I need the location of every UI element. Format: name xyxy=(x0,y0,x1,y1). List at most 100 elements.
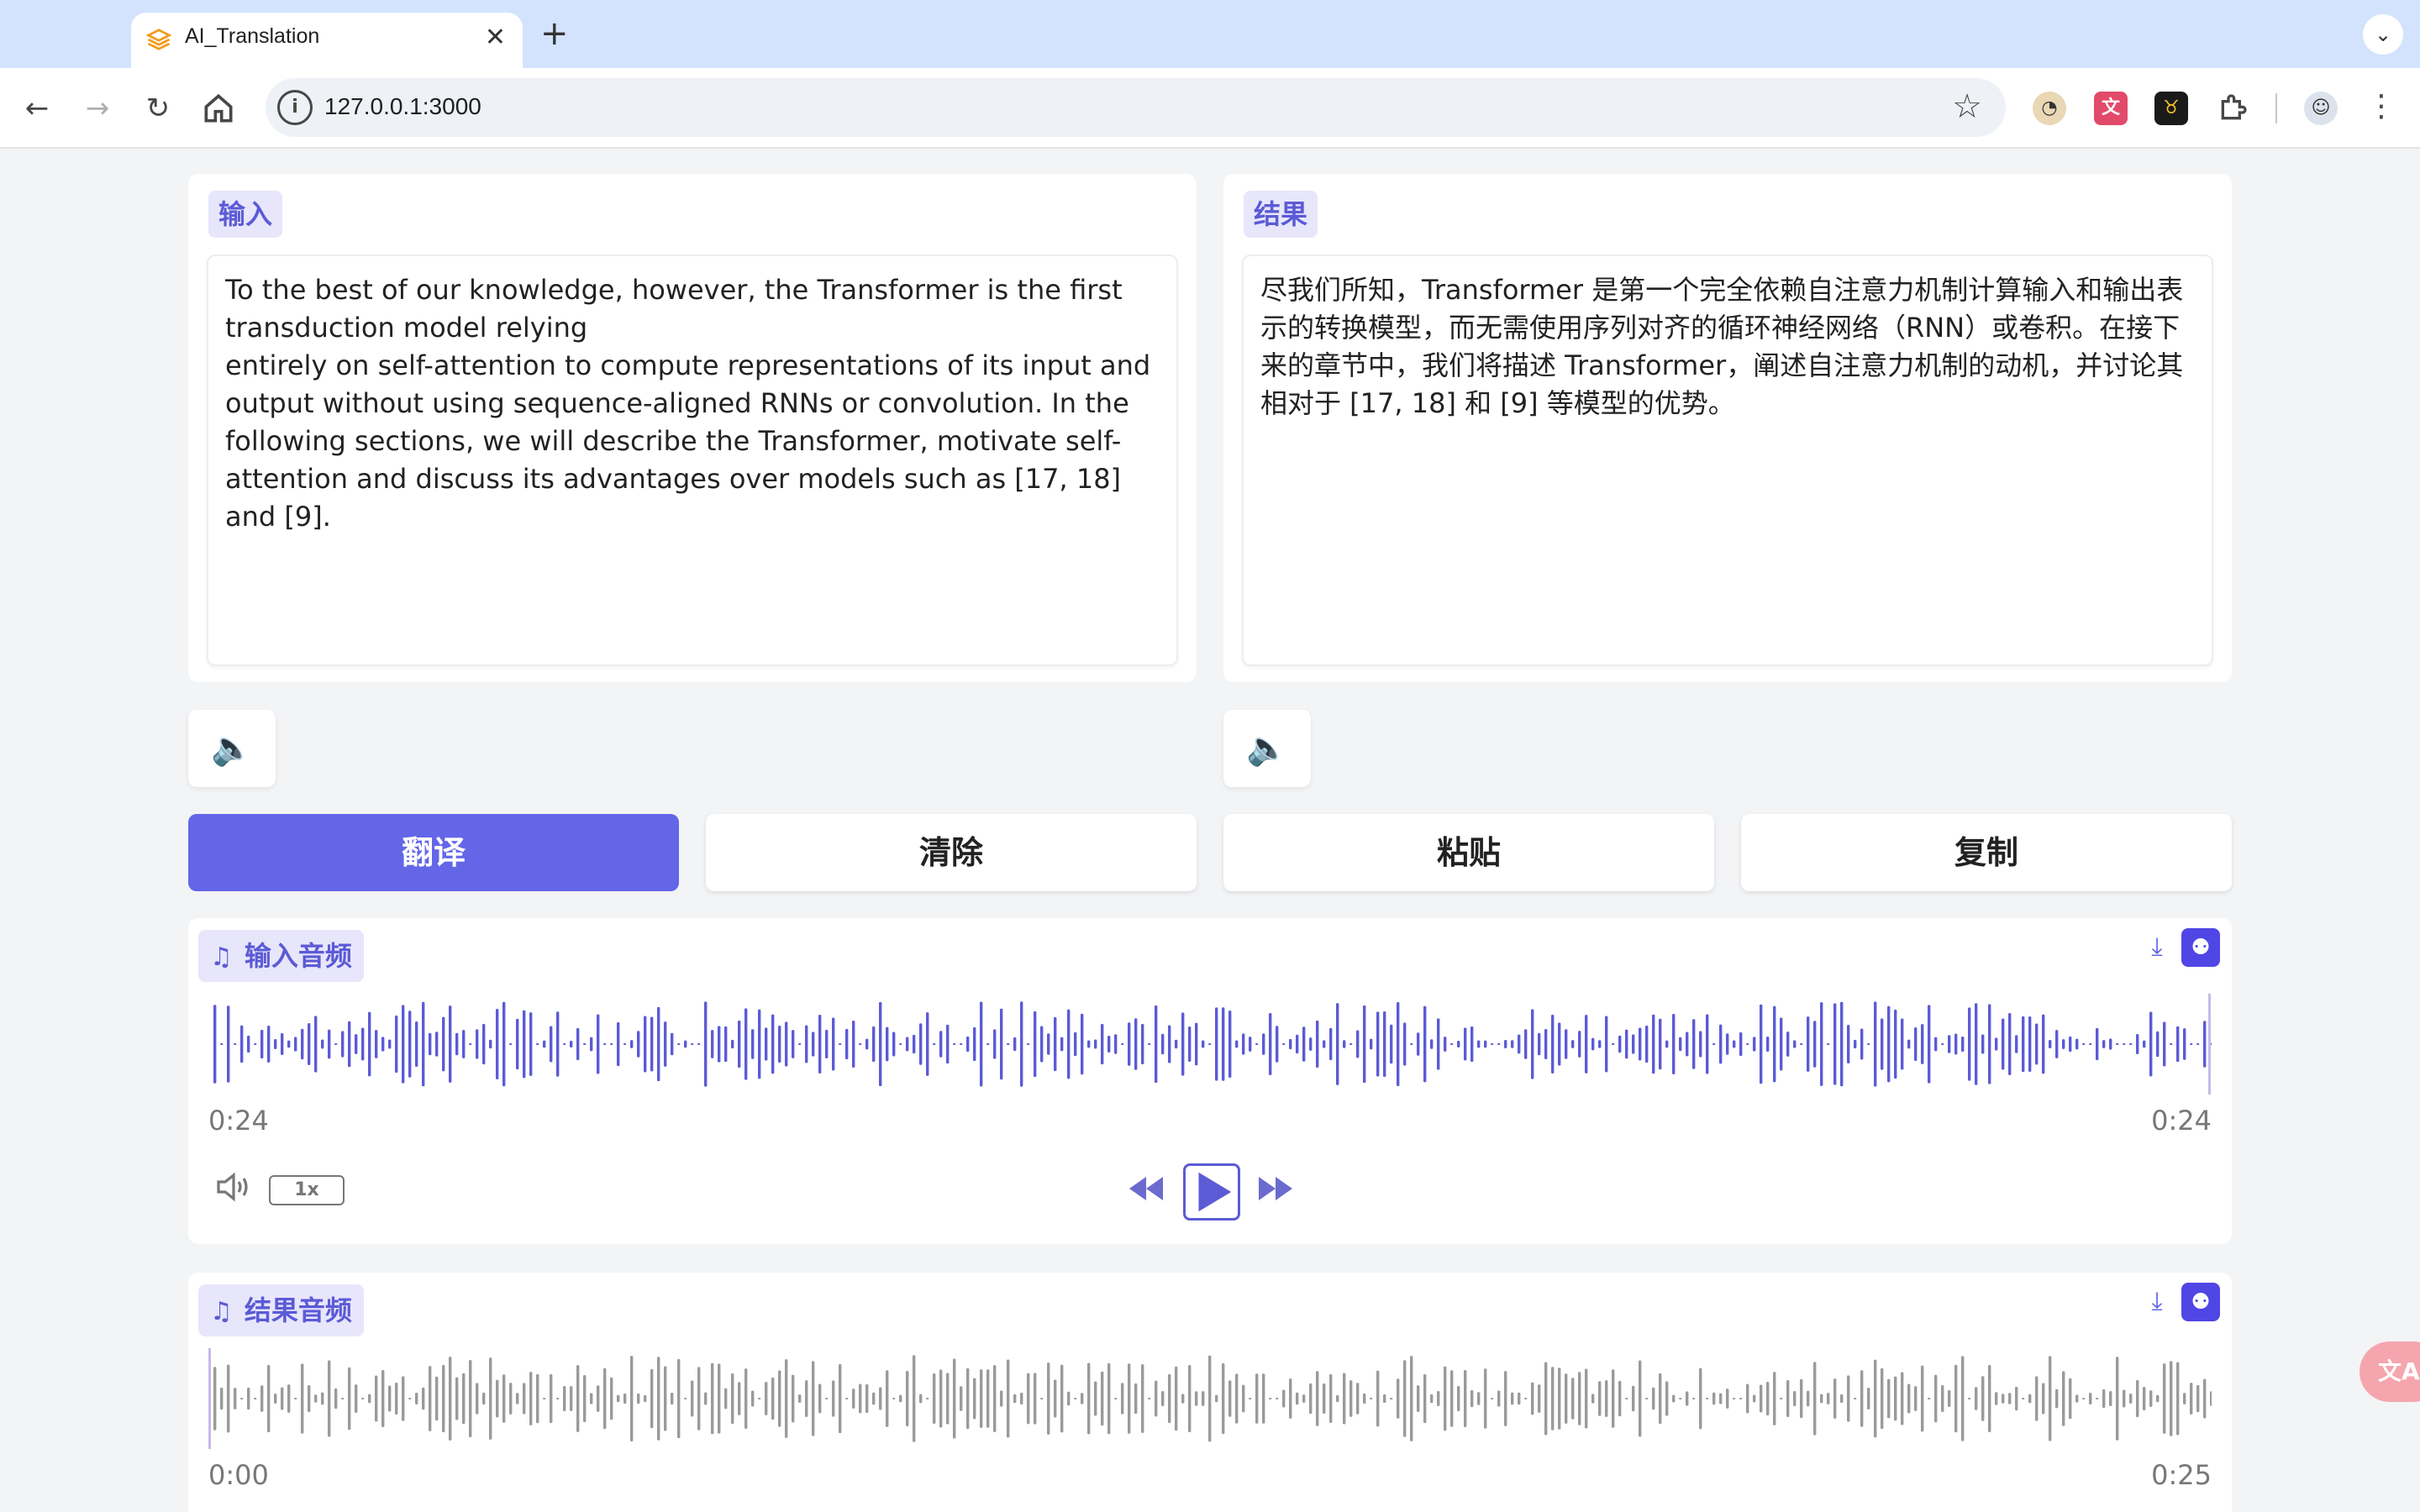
forward-icon[interactable]: → xyxy=(79,90,116,127)
fast-forward-icon[interactable] xyxy=(1255,1173,1296,1204)
waveform-bar xyxy=(1914,1027,1918,1061)
waveform-bar xyxy=(792,1030,795,1058)
waveform-bar xyxy=(1968,1398,1971,1399)
waveform-bar xyxy=(2102,1040,2106,1048)
waveform-bar xyxy=(334,1388,338,1410)
waveform-bar xyxy=(227,1005,230,1083)
result-waveform[interactable] xyxy=(208,1348,2212,1449)
waveform-bar xyxy=(1202,1040,1205,1048)
robot-icon[interactable]: ⚉ xyxy=(2181,928,2220,967)
input-text[interactable]: To the best of our knowledge, however, t… xyxy=(225,271,1160,536)
waveform-bar xyxy=(415,1392,418,1405)
new-tab-button[interactable]: + xyxy=(540,15,569,52)
waveform-bar xyxy=(758,1009,761,1079)
waveform-bar xyxy=(704,1392,708,1405)
playhead-cursor[interactable] xyxy=(208,1348,211,1449)
waveform-bar xyxy=(845,1028,849,1060)
waveform-bar xyxy=(348,1367,351,1431)
address-bar[interactable]: i 127.0.0.1:3000 ☆ xyxy=(266,78,2006,137)
robot-icon[interactable]: ⚉ xyxy=(2181,1283,2220,1321)
waveform-bar xyxy=(1887,1005,1891,1083)
playback-speed-button[interactable]: 1x xyxy=(269,1175,345,1205)
url-text[interactable]: 127.0.0.1:3000 xyxy=(324,93,481,120)
result-speak-button[interactable]: 🔈 xyxy=(1223,710,1311,787)
waveform-bar xyxy=(415,1021,418,1067)
waveform-bar xyxy=(1161,1391,1165,1406)
waveform-bar xyxy=(1739,1032,1743,1057)
waveform-bar xyxy=(644,1016,647,1073)
waveform-bar xyxy=(1067,1391,1071,1406)
waveform-bar xyxy=(603,1368,607,1430)
waveform-bar xyxy=(872,1392,876,1405)
waveform-bar xyxy=(381,1037,385,1052)
paste-button[interactable]: 粘贴 xyxy=(1223,814,1714,891)
playhead-cursor[interactable] xyxy=(2208,994,2211,1095)
waveform-bar xyxy=(234,1043,237,1045)
waveform-bar xyxy=(818,1383,822,1414)
download-icon[interactable]: ⤓ xyxy=(2138,1283,2176,1321)
waveform-bar xyxy=(939,1369,943,1428)
browser-tab[interactable]: AI_Translation ✕ xyxy=(131,13,523,68)
waveform-bar xyxy=(2082,1043,2086,1045)
toolbar-divider xyxy=(2275,93,2277,123)
waveform-bar xyxy=(2196,1384,2200,1413)
waveform-bar xyxy=(1296,1034,1299,1054)
copy-button[interactable]: 复制 xyxy=(1741,814,2232,891)
translate-float-icon[interactable]: 文A xyxy=(2360,1341,2420,1402)
waveform-bar xyxy=(1302,1026,1306,1062)
waveform-bar xyxy=(395,1383,398,1415)
tab-search-button[interactable]: ⌄ xyxy=(2363,14,2403,55)
waveform-bar xyxy=(2203,1378,2207,1419)
waveform-bar xyxy=(1437,1018,1440,1070)
browser-menu-icon[interactable]: ⋮ xyxy=(2366,88,2396,125)
waveform-bar xyxy=(1901,1018,1904,1070)
profile-avatar[interactable]: ☺ xyxy=(2304,92,2338,125)
reload-icon[interactable]: ↻ xyxy=(139,90,176,127)
waveform-bar xyxy=(1134,1383,1138,1415)
waveform-bar xyxy=(778,1026,781,1063)
waveform-bar xyxy=(523,1010,526,1079)
back-icon[interactable]: ← xyxy=(18,90,55,127)
waveform-bar xyxy=(1349,1380,1353,1417)
waveform-bar xyxy=(1605,1380,1608,1417)
input-speak-button[interactable]: 🔈 xyxy=(188,710,276,787)
waveform-bar xyxy=(348,1021,351,1068)
waveform-bar xyxy=(1726,1389,1729,1409)
waveform-bar xyxy=(247,1387,250,1410)
waveform-bar xyxy=(913,1355,916,1442)
waveform-bar xyxy=(2035,1376,2039,1421)
play-button[interactable] xyxy=(1183,1163,1240,1221)
waveform-bar xyxy=(1249,1398,1252,1399)
owl-extension-icon[interactable]: ◔ xyxy=(2033,92,2066,125)
clear-button[interactable]: 清除 xyxy=(706,814,1197,891)
waveform-bar xyxy=(274,1394,277,1404)
input-waveform[interactable] xyxy=(208,994,2212,1095)
waveform-bar xyxy=(1578,1372,1581,1425)
volume-icon[interactable] xyxy=(215,1170,255,1204)
waveform-bar xyxy=(1121,1383,1124,1415)
waveform-bar xyxy=(1444,1366,1447,1431)
translate-extension-icon[interactable]: 文 xyxy=(2094,92,2128,125)
result-textarea[interactable]: 尽我们所知，Transformer 是第一个完全依赖自注意力机制计算输入和输出表… xyxy=(1242,255,2213,666)
waveform-bar xyxy=(1934,1037,1938,1052)
input-textarea[interactable]: To the best of our knowledge, however, t… xyxy=(207,255,1178,666)
waveform-bar xyxy=(1591,1394,1595,1404)
waveform-bar xyxy=(1612,1369,1615,1428)
download-icon[interactable]: ⤓ xyxy=(2138,928,2176,967)
rewind-icon[interactable] xyxy=(1126,1173,1166,1204)
waveform-bar xyxy=(664,1021,667,1067)
bookmark-star-icon[interactable]: ☆ xyxy=(1952,88,1982,125)
result-text[interactable]: 尽我们所知，Transformer 是第一个完全依赖自注意力机制计算输入和输出表… xyxy=(1260,271,2195,423)
home-icon[interactable] xyxy=(200,90,237,127)
waveform-bar xyxy=(1820,1394,1823,1404)
waveform-bar xyxy=(1813,1362,1817,1436)
medal-extension-icon[interactable]: ♉ xyxy=(2154,92,2188,125)
extensions-puzzle-icon[interactable] xyxy=(2216,92,2249,125)
translate-button[interactable]: 翻译 xyxy=(188,814,679,891)
waveform-bar xyxy=(1128,1363,1131,1434)
tab-close-icon[interactable]: ✕ xyxy=(485,23,506,53)
waveform-bar xyxy=(744,1008,748,1080)
waveform-bar xyxy=(1349,1043,1353,1045)
site-info-icon[interactable]: i xyxy=(277,90,313,125)
waveform-bar xyxy=(1598,1040,1602,1048)
